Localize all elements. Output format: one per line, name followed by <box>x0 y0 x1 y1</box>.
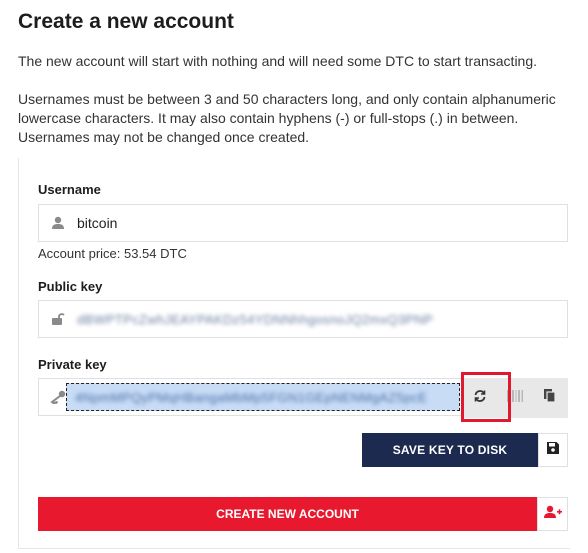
rules-line-1: Usernames must be between 3 and 50 chara… <box>18 91 556 107</box>
create-account-button[interactable]: CREATE NEW ACCOUNT <box>38 497 537 531</box>
copy-key-button[interactable] <box>533 378 568 418</box>
public-key-label: Public key <box>38 279 103 294</box>
add-user-icon <box>543 505 562 524</box>
rules-line-3: Usernames may not be changed once create… <box>18 129 310 145</box>
highlight-box <box>461 372 511 422</box>
rules-line-2: lowercase characters. It may also contai… <box>18 110 519 126</box>
username-field[interactable]: bitcoin <box>38 204 568 242</box>
save-icon <box>547 441 559 459</box>
unlock-icon <box>39 312 77 326</box>
private-key-value: 4NpmMPQyPMqHBangaMbMp5FGN1GEpNENMgAZ5pcE <box>75 389 428 405</box>
username-value: bitcoin <box>77 215 118 231</box>
save-key-button[interactable]: SAVE KEY TO DISK <box>362 433 538 467</box>
public-key-value: dBWPTPcZwhJEAYPAKDz54YDNNhhgosnoJQ2mxQ3P… <box>77 311 434 327</box>
intro-text: The new account will start with nothing … <box>18 53 538 69</box>
private-key-label: Private key <box>38 357 107 372</box>
create-account-icon-button[interactable] <box>537 497 568 531</box>
account-price: Account price: 53.54 DTC <box>38 246 187 261</box>
copy-icon <box>544 388 556 408</box>
page-title: Create a new account <box>18 10 234 33</box>
save-key-icon-button[interactable] <box>538 433 568 467</box>
username-label: Username <box>38 182 101 197</box>
public-key-field[interactable]: dBWPTPcZwhJEAYPAKDz54YDNNhhgosnoJQ2mxQ3P… <box>38 300 568 338</box>
user-icon <box>39 216 77 230</box>
private-key-selection[interactable]: 4NpmMPQyPMqHBangaMbMp5FGN1GEpNENMgAZ5pcE <box>66 383 460 411</box>
